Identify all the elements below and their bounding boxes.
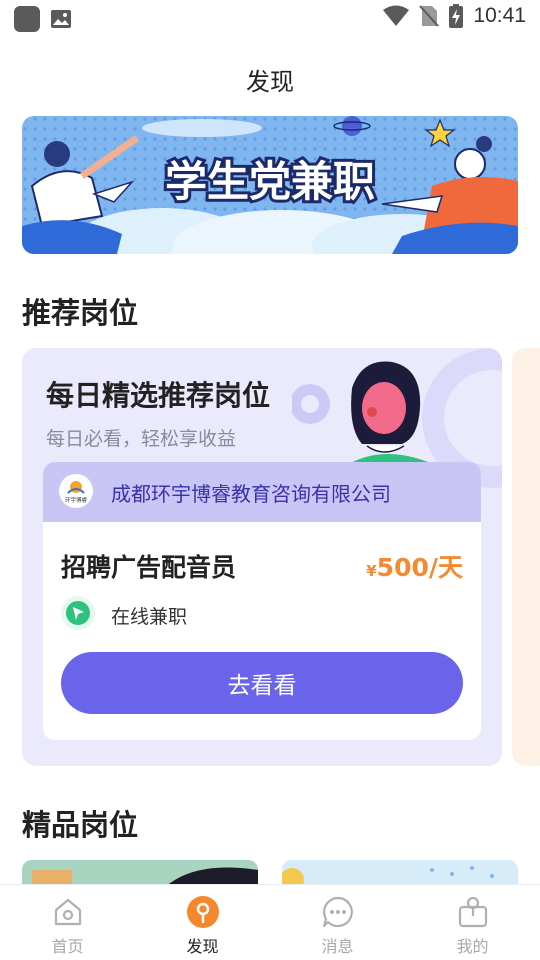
nav-discover[interactable]: 发现 bbox=[135, 885, 270, 960]
profile-icon bbox=[456, 895, 490, 929]
nav-messages[interactable]: 消息 bbox=[270, 885, 405, 960]
company-name: 成都环宇博睿教育咨询有限公司 bbox=[111, 482, 391, 506]
battery-charging-icon bbox=[449, 4, 464, 28]
status-bar: 10:41 bbox=[0, 0, 540, 36]
recommend-card-title: 每日精选推荐岗位 bbox=[46, 379, 271, 412]
salary-value: 500/天 bbox=[376, 553, 463, 582]
company-logo-text: 环宇博睿 bbox=[65, 496, 88, 504]
salary-currency: ¥ bbox=[366, 562, 377, 580]
online-job-icon bbox=[61, 596, 95, 630]
view-job-button[interactable]: 去看看 bbox=[61, 652, 463, 714]
image-notification-icon bbox=[51, 10, 71, 28]
discover-icon bbox=[186, 895, 220, 929]
company-bar: 环宇博睿 成都环宇博睿教育咨询有限公司 bbox=[43, 462, 481, 522]
nav-home[interactable]: 首页 bbox=[0, 885, 135, 960]
job-type: 在线兼职 bbox=[111, 606, 188, 628]
page-title: 发现 bbox=[246, 68, 294, 96]
banner-text: 学生党兼职 bbox=[165, 157, 375, 206]
bottom-nav: 首页 发现 消息 我的 bbox=[0, 884, 540, 960]
company-logo: 环宇博睿 bbox=[59, 474, 93, 508]
banner-illustration: 学生党兼职 bbox=[22, 116, 518, 254]
recommend-card-subtitle: 每日必看，轻松享收益 bbox=[46, 428, 237, 450]
section-title-quality: 精品岗位 bbox=[22, 808, 139, 842]
wifi-icon bbox=[383, 5, 410, 26]
section-title-recommend: 推荐岗位 bbox=[22, 296, 139, 330]
job-title: 招聘广告配音员 bbox=[61, 553, 237, 582]
no-sim-icon bbox=[419, 5, 440, 27]
banner[interactable]: 学生党兼职 bbox=[22, 116, 518, 254]
app-notification-icon bbox=[14, 6, 40, 32]
next-recommend-card-peek[interactable] bbox=[512, 348, 540, 766]
home-icon bbox=[51, 895, 85, 929]
job-card[interactable]: 环宇博睿 成都环宇博睿教育咨询有限公司 招聘广告配音员 ¥500/天 在线兼职 … bbox=[43, 462, 481, 740]
recommend-card: 每日精选推荐岗位 每日必看，轻松享收益 环宇博睿 成都环宇博睿教育咨询有限公司 … bbox=[22, 348, 502, 766]
nav-label-home: 首页 bbox=[51, 937, 84, 956]
message-icon bbox=[321, 895, 355, 929]
nav-profile[interactable]: 我的 bbox=[405, 885, 540, 960]
status-time: 10:41 bbox=[473, 4, 526, 27]
nav-label-messages: 消息 bbox=[321, 937, 354, 956]
nav-label-profile: 我的 bbox=[456, 937, 489, 956]
nav-label-discover: 发现 bbox=[186, 937, 219, 956]
job-salary: ¥500/天 bbox=[366, 548, 463, 584]
